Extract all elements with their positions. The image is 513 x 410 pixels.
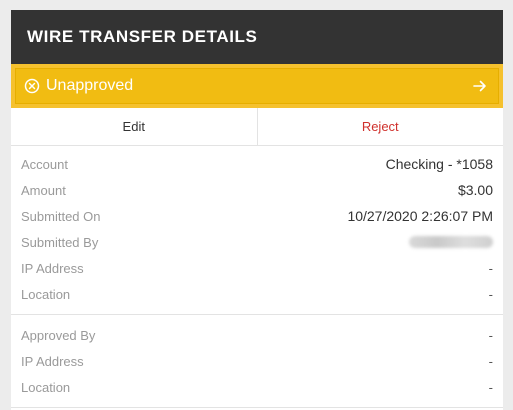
status-label: Unapproved	[46, 77, 134, 94]
detail-row-amount: Amount $3.00	[21, 177, 493, 203]
reject-button[interactable]: Reject	[258, 108, 504, 145]
detail-value: $3.00	[457, 182, 493, 198]
detail-label: IP Address	[21, 260, 84, 276]
detail-value: Checking - *1058	[385, 156, 493, 172]
approval-value: -	[488, 353, 493, 369]
detail-row-submitted-on: Submitted On 10/27/2020 2:26:07 PM	[21, 203, 493, 229]
page-title: WIRE TRANSFER DETAILS	[27, 27, 258, 46]
approval-label: Location	[21, 379, 71, 395]
detail-row-account: Account Checking - *1058	[21, 151, 493, 177]
card-header: WIRE TRANSFER DETAILS	[11, 10, 503, 64]
approval-value: -	[488, 379, 493, 395]
detail-row-location: Location -	[21, 281, 493, 307]
arrow-right-icon[interactable]	[472, 78, 488, 94]
detail-row-submitted-by: Submitted By	[21, 229, 493, 255]
transfer-details-section: Account Checking - *1058 Amount $3.00 Su…	[11, 146, 503, 315]
approval-label: IP Address	[21, 353, 84, 369]
detail-label: Location	[21, 286, 71, 302]
status-bar[interactable]: Unapproved	[15, 68, 499, 104]
edit-button[interactable]: Edit	[11, 108, 258, 145]
action-bar: Edit Reject	[11, 108, 503, 146]
wire-transfer-card: WIRE TRANSFER DETAILS Unapproved Edit Re…	[11, 10, 503, 410]
detail-value: -	[488, 286, 493, 302]
approval-row-ip-address: IP Address -	[21, 348, 493, 374]
detail-label: Submitted On	[21, 208, 101, 224]
approval-label: Approved By	[21, 327, 96, 343]
x-circle-icon	[24, 78, 40, 94]
approval-row-approved-by: Approved By -	[21, 322, 493, 348]
status-banner[interactable]: Unapproved	[11, 64, 503, 108]
redacted-username	[409, 236, 493, 248]
approval-value: -	[488, 327, 493, 343]
detail-row-ip-address: IP Address -	[21, 255, 493, 281]
detail-label: Amount	[21, 182, 66, 198]
approval-details-section: Approved By - IP Address - Location -	[11, 315, 503, 408]
approval-row-location: Location -	[21, 374, 493, 400]
detail-label: Submitted By	[21, 234, 99, 250]
detail-value: 10/27/2020 2:26:07 PM	[347, 208, 493, 224]
detail-value: -	[488, 260, 493, 276]
detail-label: Account	[21, 156, 68, 172]
